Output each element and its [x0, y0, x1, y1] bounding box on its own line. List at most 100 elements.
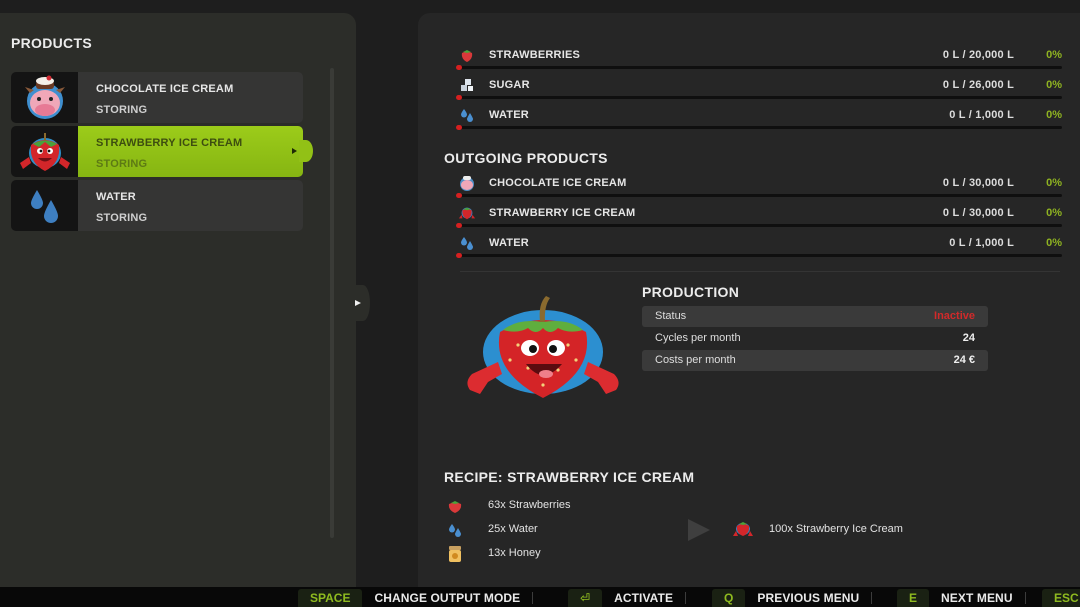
- fill-percent: 0%: [1046, 237, 1062, 249]
- production-title: PRODUCTION: [642, 284, 740, 300]
- fill-name: STRAWBERRY ICE CREAM: [489, 207, 636, 219]
- products-scrollbar[interactable]: [330, 68, 334, 538]
- incoming-products: STRAWBERRIES 0 L / 20,000 L 0% SUGAR 0 L…: [444, 42, 1064, 132]
- product-body: CHOCOLATE ICE CREAM STORING: [78, 72, 303, 123]
- production-row-costs: Costs per month 24 €: [642, 350, 988, 371]
- product-item-chocolate-ice-cream[interactable]: CHOCOLATE ICE CREAM STORING: [11, 72, 303, 123]
- fill-name: CHOCOLATE ICE CREAM: [489, 177, 627, 189]
- action-label: PREVIOUS MENU: [757, 591, 860, 605]
- fill-amount: 0 L / 1,000 L: [949, 237, 1014, 249]
- water-drops-icon: [446, 521, 464, 539]
- product-item-strawberry-ice-cream[interactable]: STRAWBERRY ICE CREAM STORING: [11, 126, 313, 177]
- production-label: Costs per month: [655, 354, 736, 366]
- selection-arrow-icon: [292, 148, 297, 154]
- product-status: STORING: [96, 104, 148, 116]
- fill-amount: 0 L / 1,000 L: [949, 109, 1014, 121]
- fill-percent: 0%: [1046, 79, 1062, 91]
- strawberry-mascot-image: [458, 290, 628, 405]
- fill-bar-level: [456, 253, 462, 258]
- fill-percent: 0%: [1046, 207, 1062, 219]
- key-badge-esc: ESC: [1042, 589, 1080, 607]
- fill-bar: [456, 125, 1062, 130]
- cow-ice-cream-icon: [11, 72, 78, 123]
- action-previous-menu[interactable]: Q PREVIOUS MENU: [712, 589, 873, 607]
- fill-bar: [456, 65, 1062, 70]
- recipe-output-text: 100x Strawberry Ice Cream: [769, 523, 903, 535]
- fill-name: SUGAR: [489, 79, 530, 91]
- water-drops-icon: [458, 234, 476, 252]
- action-separator: [532, 592, 534, 604]
- recipe-input-text: 25x Water: [488, 523, 538, 535]
- key-badge-e: E: [897, 589, 930, 607]
- fill-row-chocolate-ice-cream: CHOCOLATE ICE CREAM 0 L / 30,000 L 0%: [444, 170, 1064, 200]
- production-label: Status: [655, 310, 687, 322]
- fill-name: STRAWBERRIES: [489, 49, 581, 61]
- production-row-cycles: Cycles per month 24: [642, 328, 988, 349]
- action-escape[interactable]: ESC: [1042, 589, 1080, 607]
- action-next-menu[interactable]: E NEXT MENU: [897, 589, 1026, 607]
- status-badge: Inactive: [934, 310, 975, 322]
- fill-row-sugar: SUGAR 0 L / 26,000 L 0%: [444, 72, 1064, 102]
- strawberry-mascot-icon: [732, 519, 754, 539]
- enter-key-icon: ⏎: [568, 589, 603, 607]
- action-separator: [685, 592, 687, 604]
- fill-name: WATER: [489, 109, 529, 121]
- key-badge-q: Q: [712, 589, 746, 607]
- production-row-status: Status Inactive: [642, 306, 988, 327]
- product-body: STRAWBERRY ICE CREAM STORING: [78, 126, 303, 177]
- product-name: WATER: [96, 191, 136, 203]
- action-activate[interactable]: ⏎ ACTIVATE: [568, 589, 687, 607]
- strawberry-mascot-icon: [11, 126, 78, 177]
- recipe-input-text: 13x Honey: [488, 547, 541, 559]
- action-change-output-mode[interactable]: SPACE CHANGE OUTPUT MODE: [298, 589, 534, 607]
- fill-bar-level: [456, 193, 462, 198]
- fill-amount: 0 L / 30,000 L: [942, 177, 1014, 189]
- fill-row-strawberries: STRAWBERRIES 0 L / 20,000 L 0%: [444, 42, 1064, 72]
- production-value: 24 €: [953, 354, 975, 366]
- product-name: CHOCOLATE ICE CREAM: [96, 83, 234, 95]
- water-drops-icon: [11, 180, 78, 231]
- product-status: STORING: [96, 212, 148, 224]
- outgoing-products-title: OUTGOING PRODUCTS: [444, 150, 608, 166]
- action-label: NEXT MENU: [941, 591, 1013, 605]
- production-screen: PRODUCTS CHOCOLATE ICE CREAM STORING STR…: [0, 0, 1080, 607]
- cow-ice-cream-icon: [458, 174, 476, 192]
- products-panel: PRODUCTS CHOCOLATE ICE CREAM STORING STR…: [0, 13, 356, 587]
- product-name: STRAWBERRY ICE CREAM: [96, 137, 243, 149]
- key-badge-space: SPACE: [298, 589, 363, 607]
- fill-row-water: WATER 0 L / 1,000 L 0%: [444, 102, 1064, 132]
- fill-row-strawberry-ice-cream: STRAWBERRY ICE CREAM 0 L / 30,000 L 0%: [444, 200, 1064, 230]
- product-list: CHOCOLATE ICE CREAM STORING STRAWBERRY I…: [11, 72, 313, 234]
- product-body: WATER STORING: [78, 180, 303, 231]
- fill-bar: [456, 193, 1062, 198]
- fill-bar: [456, 95, 1062, 100]
- fill-name: WATER: [489, 237, 529, 249]
- production-value: 24: [962, 332, 975, 344]
- strawberry-mascot-icon: [458, 204, 476, 222]
- fill-percent: 0%: [1046, 177, 1062, 189]
- action-separator: [871, 592, 873, 604]
- fill-percent: 0%: [1046, 109, 1062, 121]
- recipe-input-text: 63x Strawberries: [488, 499, 571, 511]
- fill-percent: 0%: [1046, 49, 1062, 61]
- sugar-cubes-icon: [458, 76, 476, 94]
- products-title: PRODUCTS: [11, 35, 92, 51]
- fill-bar-level: [456, 95, 462, 100]
- production-label: Cycles per month: [655, 332, 741, 344]
- recipe-title: RECIPE: STRAWBERRY ICE CREAM: [444, 469, 695, 485]
- production-table: Status Inactive Cycles per month 24 Cost…: [642, 306, 988, 372]
- action-label: ACTIVATE: [614, 591, 674, 605]
- fill-row-water: WATER 0 L / 1,000 L 0%: [444, 230, 1064, 260]
- section-divider: [460, 271, 1060, 272]
- product-item-water[interactable]: WATER STORING: [11, 180, 303, 231]
- selection-notch: [299, 140, 313, 162]
- fill-amount: 0 L / 30,000 L: [942, 207, 1014, 219]
- strawberry-icon: [446, 497, 464, 515]
- fill-bar: [456, 223, 1062, 228]
- action-label: CHANGE OUTPUT MODE: [374, 591, 521, 605]
- action-separator: [1024, 592, 1026, 604]
- fill-bar: [456, 253, 1062, 258]
- fill-amount: 0 L / 20,000 L: [942, 49, 1014, 61]
- fill-bar-level: [456, 125, 462, 130]
- outgoing-products: CHOCOLATE ICE CREAM 0 L / 30,000 L 0% ST…: [444, 170, 1064, 260]
